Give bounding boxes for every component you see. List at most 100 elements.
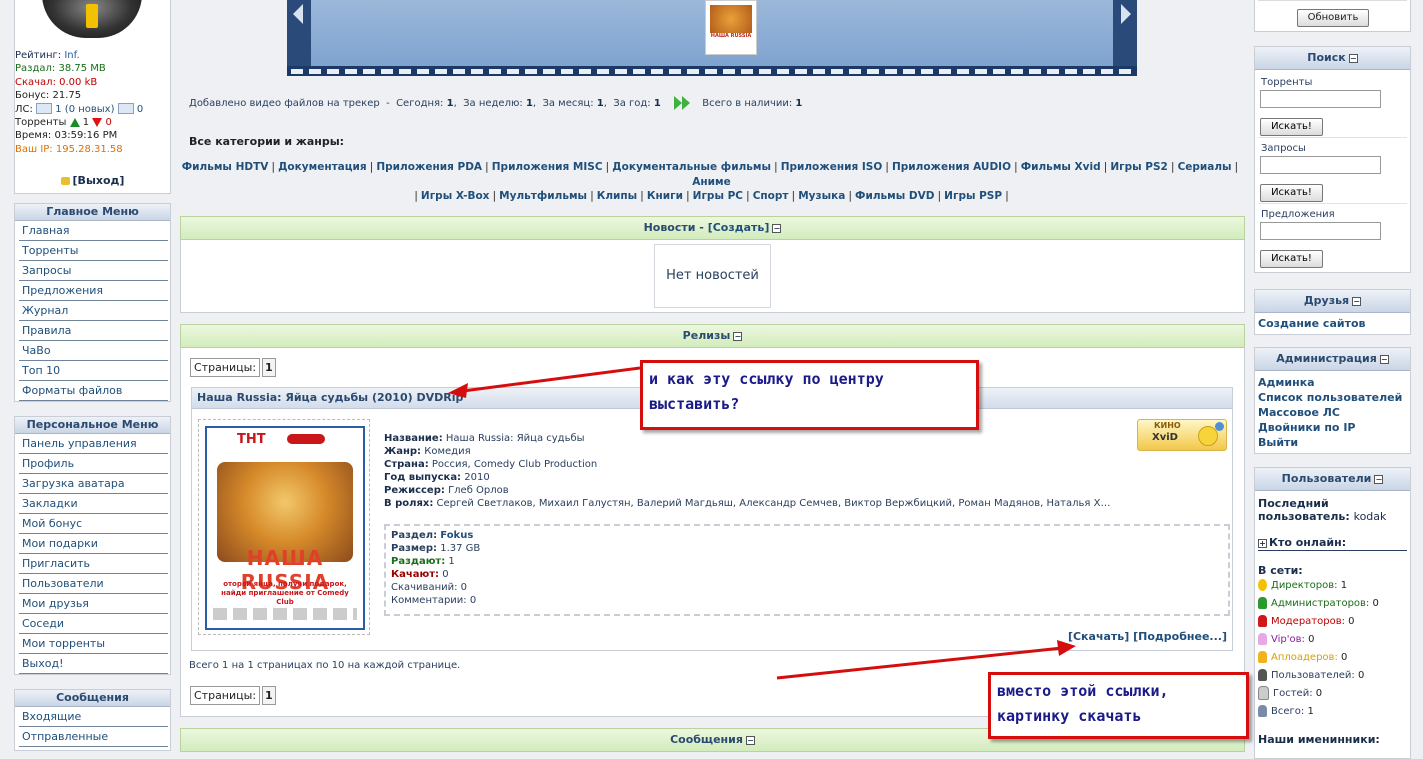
menu-item-my-gifts[interactable]: Мои подарки [19,534,168,554]
collapse-icon[interactable]: − [745,735,755,745]
download-link[interactable]: [Скачать] [1068,630,1129,643]
category-link[interactable]: Игры PC [693,190,743,202]
releases-panel-header: Релизы − [180,324,1245,348]
release-poster[interactable]: ТНТ НАША RUSSIA оторви яйца, получи пода… [198,419,370,635]
admin-link-masspm[interactable]: Массовое ЛС [1258,406,1340,419]
admin-link-ipdupes[interactable]: Двойники по IP [1258,421,1355,434]
menu-item-my-friends[interactable]: Мои друзья [19,594,168,614]
release-actions: [Скачать] [Подробнее...] [1068,630,1227,643]
last-user-link[interactable]: kodak [1354,510,1387,523]
category-link[interactable]: Сериалы [1178,161,1232,173]
details-link[interactable]: [Подробнее...] [1133,630,1227,643]
ip-value: 195.28.31.58 [55,143,123,155]
avatar[interactable] [42,0,142,38]
group-directors-count: 1 [1340,580,1348,591]
search-torrents-button[interactable]: Искать! [1260,118,1323,136]
admin-link-panel[interactable]: Админка [1258,376,1315,389]
category-link[interactable]: Музыка [798,190,845,202]
inbox-mail-icon[interactable] [36,103,53,115]
poster-subtitle: оторви яйца, получи подарок, найди пригл… [221,580,349,606]
admin-box-header: Администрация − [1255,348,1410,371]
category-link[interactable]: Приложения ISO [781,161,883,173]
pm-outbox-link[interactable]: 0 [137,104,143,115]
category-link[interactable]: Приложения AUDIO [892,161,1011,173]
collapse-icon[interactable]: − [1374,474,1384,484]
menu-item-bookmarks[interactable]: Закладки [19,494,168,514]
category-link[interactable]: Игры PSP [944,190,1002,202]
director-star-icon [1258,579,1267,591]
search-torrents-input[interactable] [1260,90,1381,108]
bottom-panel-title: Сообщения [670,733,743,746]
guest-user-icon [1258,686,1269,700]
poster-image: ТНТ НАША RUSSIA оторви яйца, получи пода… [205,426,365,630]
logout-link[interactable]: [Выход] [73,174,125,187]
collapse-icon[interactable]: − [772,223,782,233]
category-link[interactable]: Игры PS2 [1110,161,1168,173]
page-1-link[interactable]: 1 [262,358,276,377]
category-link[interactable]: Документация [278,161,367,173]
user-info-block: Рейтинг: Inf. Раздал: 38.75 MB Скачал: 0… [14,0,171,194]
menu-item-torrents[interactable]: Торренты [19,241,168,261]
friend-link[interactable]: Создание сайтов [1258,317,1365,330]
menu-item-my-torrents[interactable]: Мои торренты [19,634,168,654]
filmstrip-poster[interactable]: НАША RUSSIA [705,0,757,55]
category-link[interactable]: Книги [647,190,683,202]
menu-item-formats[interactable]: Форматы файлов [19,381,168,401]
collapse-icon[interactable]: − [733,331,743,341]
menu-item-home[interactable]: Главная [19,221,168,241]
menu-item-control-panel[interactable]: Панель управления [19,434,168,454]
search-offers-input[interactable] [1260,222,1381,240]
category-link[interactable]: Аниме [692,176,730,188]
category-link[interactable]: Фильмы Xvid [1021,161,1101,173]
menu-item-offers[interactable]: Предложения [19,281,168,301]
category-link[interactable]: Клипы [597,190,637,202]
main-menu-title: Главное Меню [15,204,170,221]
expand-icon[interactable]: + [1258,538,1267,548]
category-link[interactable]: Спорт [753,190,789,202]
refresh-button[interactable]: Обновить [1297,9,1369,27]
menu-item-exit[interactable]: Выход! [19,654,168,674]
category-link[interactable]: Приложения PDA [376,161,482,173]
menu-item-users[interactable]: Пользователи [19,574,168,594]
menu-item-profile[interactable]: Профиль [19,454,168,474]
search-offers-button[interactable]: Искать! [1260,250,1323,268]
section-value[interactable]: Fokus [440,530,473,541]
menu-item-neighbors[interactable]: Соседи [19,614,168,634]
page-1-link[interactable]: 1 [262,686,276,705]
category-link[interactable]: Приложения MISC [492,161,603,173]
who-online[interactable]: + Кто онлайн: [1258,536,1346,549]
menu-item-log[interactable]: Журнал [19,301,168,321]
messages-menu-title: Сообщения [15,690,170,707]
outbox-mail-icon[interactable] [117,103,134,115]
news-create-link[interactable]: [Создать] [708,221,770,234]
category-link[interactable]: Мультфильмы [499,190,587,202]
menu-item-avatar-upload[interactable]: Загрузка аватара [19,474,168,494]
pm-inbox-link[interactable]: 1 (0 новых) [55,104,114,115]
admin-link-logout[interactable]: Выйти [1258,436,1298,449]
menu-item-inbox[interactable]: Входящие [19,707,168,727]
search-requests-input[interactable] [1260,156,1381,174]
menu-item-faq[interactable]: ЧаВо [19,341,168,361]
upload-stats: Добавлено видео файлов на трекер - Сегод… [189,96,803,110]
menu-item-sent[interactable]: Отправленные [19,727,168,747]
admin-link-userlist[interactable]: Список пользователей [1258,391,1402,404]
filmstrip-next[interactable] [1113,0,1137,66]
filmstrip-prev[interactable] [287,0,311,66]
category-link[interactable]: Игры X-Box [421,190,490,202]
collapse-icon[interactable]: − [1379,354,1389,364]
collapse-icon[interactable]: − [1348,53,1358,63]
menu-item-requests[interactable]: Запросы [19,261,168,281]
search-requests-button[interactable]: Искать! [1260,184,1323,202]
menu-item-rules[interactable]: Правила [19,321,168,341]
menu-item-invite[interactable]: Пригласить [19,554,168,574]
category-link[interactable]: Документальные фильмы [612,161,771,173]
group-moderators-count: 0 [1348,616,1355,627]
menu-item-my-bonus[interactable]: Мой бонус [19,514,168,534]
category-link[interactable]: Фильмы DVD [855,190,934,202]
category-link[interactable]: Фильмы HDTV [182,161,269,173]
group-uploaders-label: Аплоадеров: [1271,652,1338,663]
collapse-icon[interactable]: − [1352,296,1362,306]
stats-week: 1 [525,98,533,109]
menu-item-top10[interactable]: Топ 10 [19,361,168,381]
categories-title: Все категории и жанры: [189,135,345,148]
